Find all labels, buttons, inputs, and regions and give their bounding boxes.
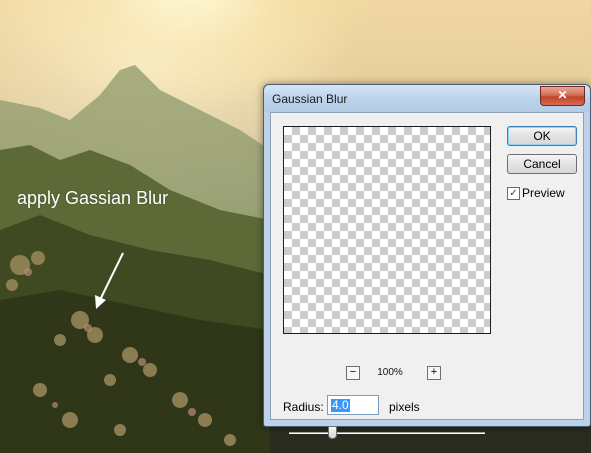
dialog-body: − 100% + OK Cancel ✓ Preview Radius: 4.0… (270, 112, 584, 439)
radius-slider-thumb[interactable] (327, 426, 337, 439)
zoom-level: 100% (377, 367, 403, 378)
preview-canvas[interactable] (283, 126, 491, 334)
zoom-in-icon: + (430, 366, 438, 378)
radius-unit-label: pixels (389, 400, 420, 414)
preview-label: Preview (522, 186, 565, 200)
dialog-title: Gaussian Blur (272, 92, 348, 106)
radius-slider-track[interactable] (289, 432, 485, 434)
check-icon: ✓ (509, 188, 518, 199)
close-button[interactable]: ✕ (540, 86, 585, 106)
preview-checkbox[interactable]: ✓ (507, 187, 520, 200)
zoom-out-icon: − (349, 366, 357, 378)
zoom-out-button[interactable]: − (346, 366, 360, 380)
gaussian-blur-dialog: Gaussian Blur ✕ − 100% + OK Cancel ✓ Pre… (263, 84, 591, 439)
radius-label: Radius: (283, 400, 324, 414)
zoom-in-button[interactable]: + (427, 366, 441, 380)
cancel-button[interactable]: Cancel (507, 154, 577, 174)
ok-button[interactable]: OK (507, 126, 577, 146)
close-icon: ✕ (557, 88, 568, 102)
dialog-title-bar[interactable]: Gaussian Blur ✕ (264, 85, 590, 112)
radius-value: 4.0 (331, 398, 350, 412)
annotation-label: apply Gassian Blur (17, 188, 169, 208)
